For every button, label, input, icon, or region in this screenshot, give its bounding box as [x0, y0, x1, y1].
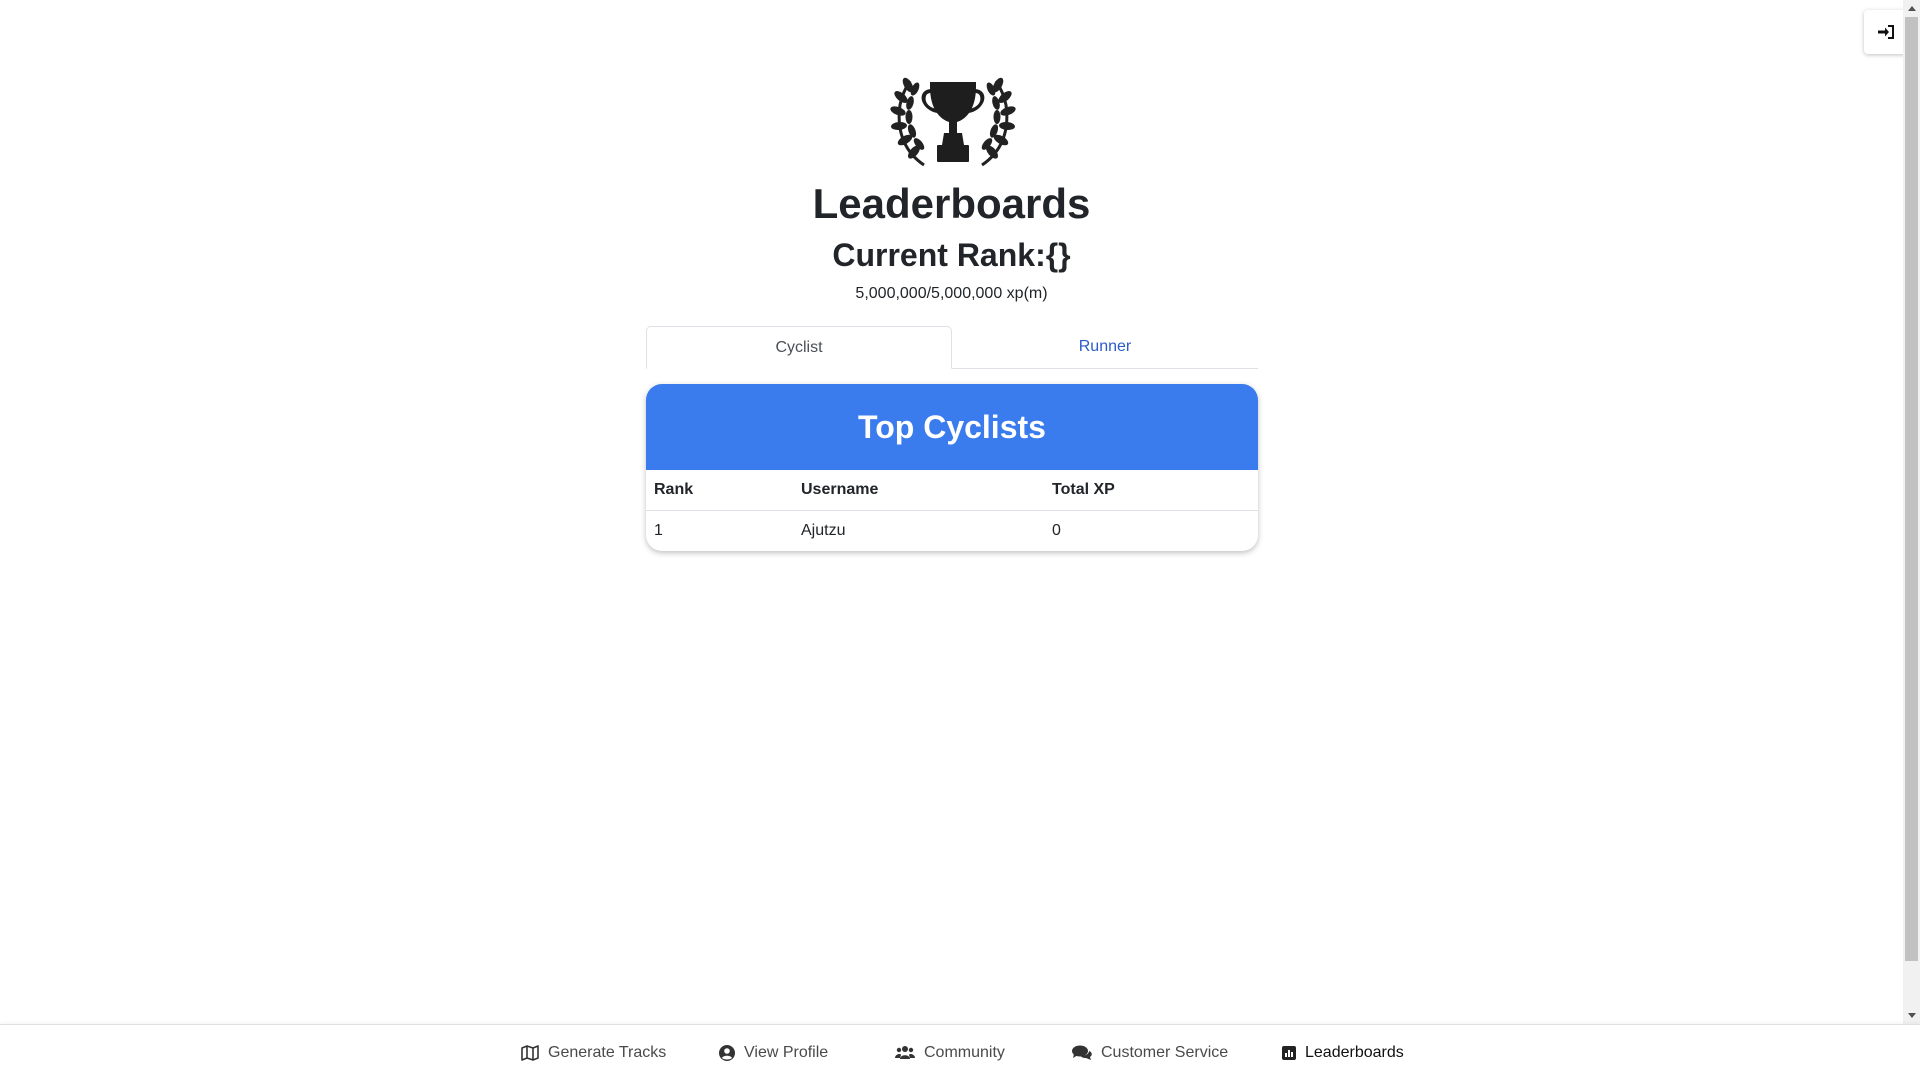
trophy-icon [890, 77, 1016, 167]
nav-label: View Profile [744, 1044, 829, 1061]
xp-progress: 5,000,000/5,000,000 xp(m) [855, 285, 1048, 302]
tab-bar: Cyclist Runner [646, 326, 1258, 369]
nav-community[interactable]: Community [895, 1025, 1005, 1080]
nav-label: Generate Tracks [548, 1044, 667, 1061]
comments-icon [1072, 1045, 1092, 1060]
sign-in-icon [1878, 25, 1894, 39]
column-header-rank: Rank [646, 470, 793, 511]
cell-username: Ajutzu [801, 522, 846, 539]
page-title: Leaderboards [812, 180, 1091, 227]
user-circle-icon [719, 1045, 735, 1061]
sign-in-button[interactable] [1864, 10, 1908, 54]
tab-cyclist[interactable]: Cyclist [646, 326, 952, 369]
cell-total-xp: 0 [1052, 522, 1061, 539]
users-icon [895, 1046, 915, 1059]
leaderboard-table: Rank Username Total XP 1 Ajutzu 0 [646, 470, 1258, 551]
map-icon [521, 1045, 539, 1061]
current-rank: Current Rank:{} [832, 237, 1071, 273]
scrollbar-thumb[interactable] [1905, 17, 1918, 961]
nav-label: Community [924, 1044, 1005, 1061]
vertical-scrollbar[interactable] [1903, 0, 1920, 1024]
nav-leaderboards[interactable]: Leaderboards [1282, 1025, 1404, 1080]
nav-label: Customer Service [1101, 1044, 1229, 1061]
leaderboard-title: Top Cyclists [646, 384, 1258, 470]
cell-rank: 1 [654, 522, 663, 539]
tab-runner[interactable]: Runner [952, 326, 1258, 368]
scroll-down-icon[interactable] [1903, 1007, 1920, 1024]
main-area: Leaderboards Current Rank:{} 5,000,000/5… [0, 0, 1903, 1024]
column-header-total-xp: Total XP [1044, 470, 1258, 511]
column-header-username: Username [793, 470, 1044, 511]
nav-customer-service[interactable]: Customer Service [1072, 1025, 1228, 1080]
page: Leaderboards Current Rank:{} 5,000,000/5… [0, 0, 1920, 1080]
footer-nav: Generate Tracks View Profile Community C… [0, 1024, 1920, 1080]
table-header-row: Rank Username Total XP [646, 470, 1258, 511]
nav-label: Leaderboards [1305, 1044, 1404, 1061]
table-row: 1 Ajutzu 0 [646, 511, 1258, 552]
scroll-up-icon[interactable] [1903, 0, 1920, 17]
nav-view-profile[interactable]: View Profile [719, 1025, 828, 1080]
nav-generate-tracks[interactable]: Generate Tracks [521, 1025, 666, 1080]
chart-icon [1282, 1046, 1296, 1060]
leaderboard-card: Top Cyclists Rank Username Total XP 1 Aj… [646, 384, 1258, 551]
